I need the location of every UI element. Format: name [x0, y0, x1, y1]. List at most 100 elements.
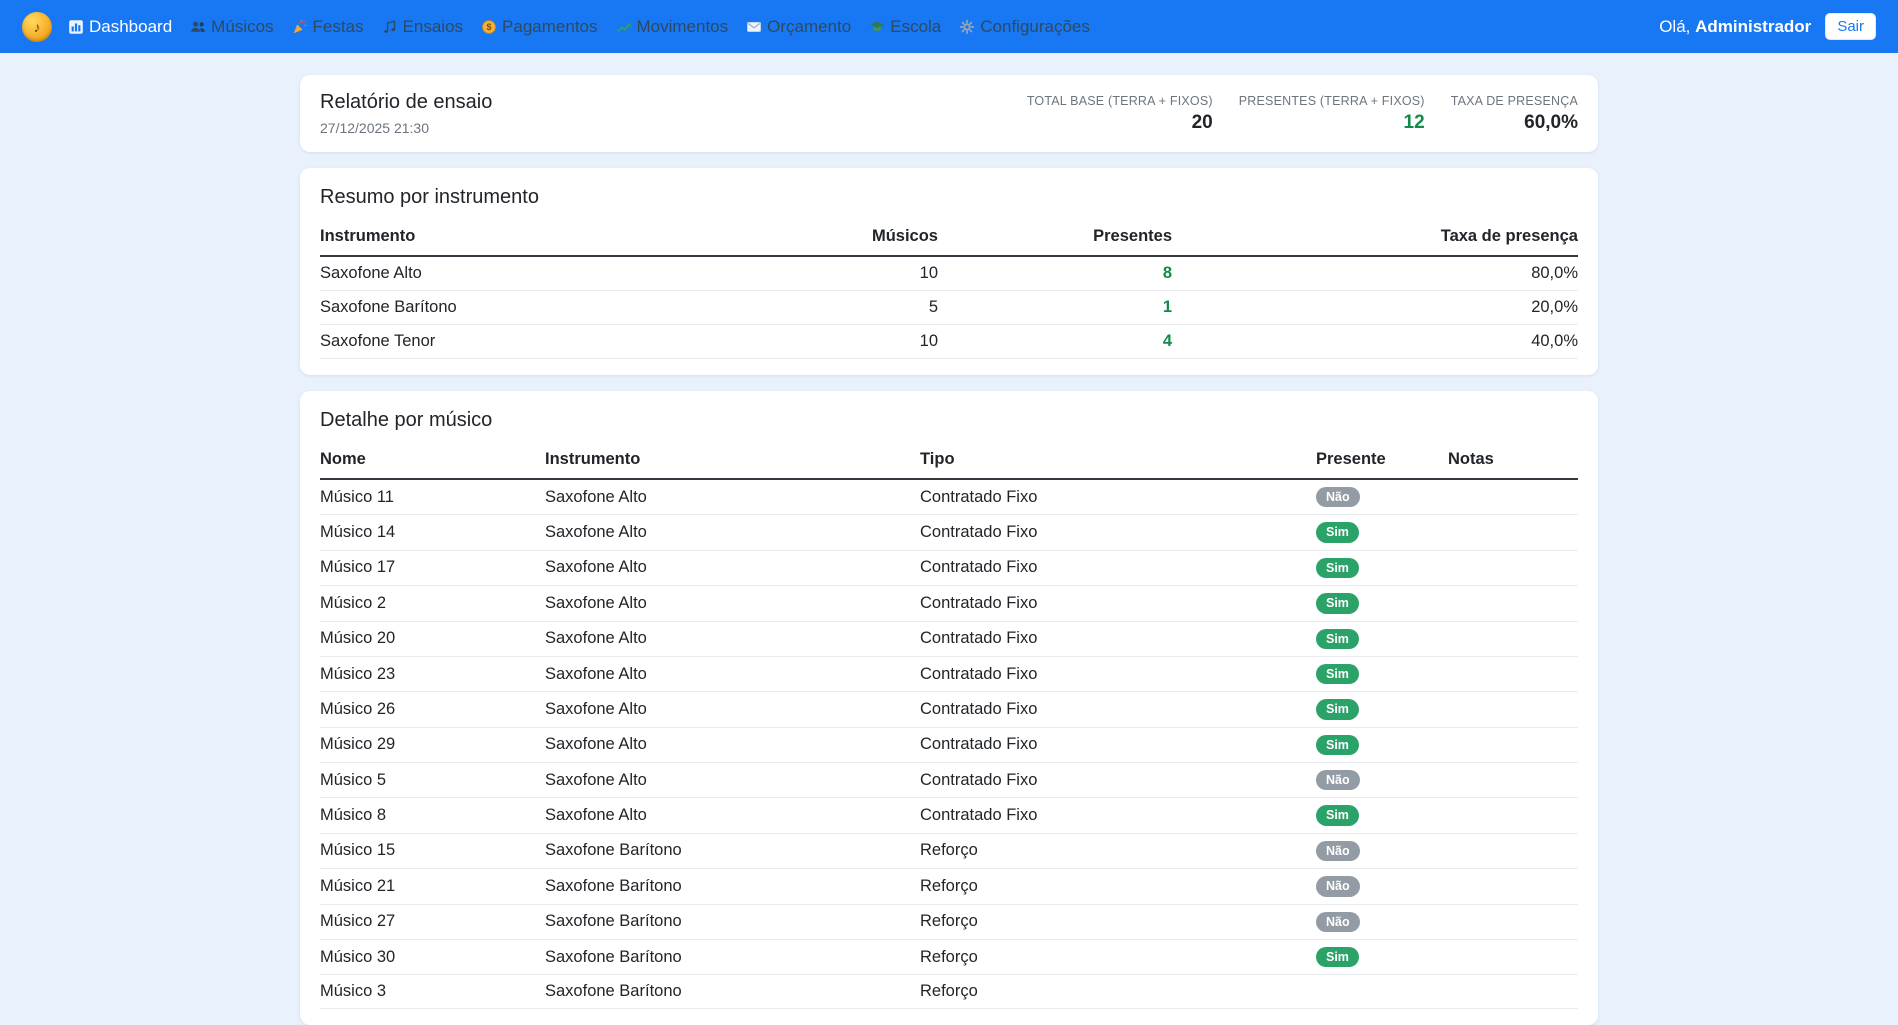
musician-row: Músico 21Saxofone BarítonoReforçoNão: [320, 869, 1578, 904]
cell-nome: Músico 2: [320, 586, 545, 621]
presence-badge: Sim: [1316, 593, 1359, 613]
presence-badge: Sim: [1316, 699, 1359, 719]
cell-tipo: Reforço: [920, 939, 1316, 974]
nav-item-dashboard[interactable]: Dashboard: [68, 17, 172, 37]
cell-notas: [1448, 479, 1578, 515]
musician-row: Músico 8Saxofone AltoContratado FixoSim: [320, 798, 1578, 833]
cell-presente: Sim: [1316, 692, 1448, 727]
musician-row: Músico 20Saxofone AltoContratado FixoSim: [320, 621, 1578, 656]
summary-row: Saxofone Tenor10440,0%: [320, 325, 1578, 359]
cell-nome: Músico 17: [320, 550, 545, 585]
musician-row: Músico 15Saxofone BarítonoReforçoNão: [320, 833, 1578, 868]
nav-item-label: Orçamento: [767, 17, 851, 37]
nav-item-ensaios[interactable]: Ensaios: [382, 17, 463, 37]
cell-instrumento: Saxofone Barítono: [545, 975, 920, 1009]
presence-badge: Não: [1316, 876, 1360, 896]
presence-badge: Sim: [1316, 664, 1359, 684]
cell-tipo: Contratado Fixo: [920, 550, 1316, 585]
nav-item-musicos[interactable]: Músicos: [190, 17, 273, 37]
cell-nome: Músico 5: [320, 763, 545, 798]
musician-row: Músico 23Saxofone AltoContratado FixoSim: [320, 656, 1578, 691]
money-icon: $: [481, 19, 497, 35]
musician-row: Músico 30Saxofone BarítonoReforçoSim: [320, 939, 1578, 974]
detail-table-head: NomeInstrumentoTipoPresenteNotas: [320, 446, 1578, 479]
cell-instrumento: Saxofone Alto: [545, 763, 920, 798]
cell-presente: Não: [1316, 904, 1448, 939]
cell-notas: [1448, 727, 1578, 762]
cell-nome: Músico 15: [320, 833, 545, 868]
nav-item-label: Configurações: [980, 17, 1090, 37]
cell-notas: [1448, 939, 1578, 974]
presence-badge: Não: [1316, 770, 1360, 790]
summary-row: Saxofone Alto10880,0%: [320, 256, 1578, 291]
cell-tipo: Contratado Fixo: [920, 727, 1316, 762]
table-header-row: InstrumentoMúsicosPresentesTaxa de prese…: [320, 223, 1578, 256]
stat-value: 60,0%: [1451, 112, 1578, 134]
nav-item-configuracoes[interactable]: Configurações: [959, 17, 1090, 37]
stat-label: TOTAL BASE (TERRA + FIXOS): [1027, 94, 1213, 108]
cell-nome: Músico 29: [320, 727, 545, 762]
summary-table-body: Saxofone Alto10880,0%Saxofone Barítono51…: [320, 256, 1578, 359]
cell-notas: [1448, 763, 1578, 798]
cell-notas: [1448, 798, 1578, 833]
cell-taxa: 20,0%: [1172, 291, 1578, 325]
top-navbar: ♪ Dashboard Músicos Festas Ensaios $ Pagament…: [0, 0, 1898, 53]
cell-instrumento: Saxofone Alto: [545, 586, 920, 621]
instrument-summary-card: Resumo por instrumento InstrumentoMúsico…: [300, 168, 1598, 375]
cell-tipo: Contratado Fixo: [920, 515, 1316, 550]
cell-taxa: 40,0%: [1172, 325, 1578, 359]
envelope-icon: [746, 19, 762, 35]
cell-musicos: 5: [740, 291, 938, 325]
cell-notas: [1448, 833, 1578, 868]
music-note-icon: [382, 19, 398, 35]
column-header-instrumento: Instrumento: [320, 223, 740, 256]
cell-instrumento: Saxofone Alto: [545, 515, 920, 550]
nav-item-label: Músicos: [211, 17, 273, 37]
report-datetime: 27/12/2025 21:30: [320, 120, 492, 136]
cell-instrumento: Saxofone Barítono: [545, 939, 920, 974]
cell-musicos: 10: [740, 325, 938, 359]
cell-notas: [1448, 621, 1578, 656]
column-header-nome: Nome: [320, 446, 545, 479]
nav-item-pagamentos[interactable]: $ Pagamentos: [481, 17, 597, 37]
cell-presente: Não: [1316, 833, 1448, 868]
section-title-musician-detail: Detalhe por músico: [320, 409, 1578, 432]
nav-item-label: Pagamentos: [502, 17, 597, 37]
musician-row: Músico 2Saxofone AltoContratado FixoSim: [320, 586, 1578, 621]
stat-value: 20: [1027, 112, 1213, 134]
cell-tipo: Contratado Fixo: [920, 798, 1316, 833]
column-header-musicos: Músicos: [740, 223, 938, 256]
cell-instrumento: Saxofone Alto: [545, 621, 920, 656]
cell-nome: Músico 21: [320, 869, 545, 904]
cell-notas: [1448, 550, 1578, 585]
nav-item-movimentos[interactable]: Movimentos: [616, 17, 729, 37]
column-header-notas: Notas: [1448, 446, 1578, 479]
people-icon: [190, 19, 206, 35]
musician-detail-card: Detalhe por músico NomeInstrumentoTipoPr…: [300, 391, 1598, 1025]
cell-presente: Sim: [1316, 727, 1448, 762]
cell-instrumento: Saxofone Barítono: [320, 291, 740, 325]
app-logo[interactable]: ♪: [22, 12, 52, 42]
stat-value: 12: [1239, 112, 1425, 134]
nav-item-orcamento[interactable]: Orçamento: [746, 17, 851, 37]
presence-badge: Sim: [1316, 629, 1359, 649]
nav-item-festas[interactable]: Festas: [292, 17, 364, 37]
user-greeting: Olá, Administrador: [1659, 17, 1811, 37]
cell-instrumento: Saxofone Alto: [545, 550, 920, 585]
nav-item-escola[interactable]: Escola: [869, 17, 941, 37]
page-title: Relatório de ensaio: [320, 91, 492, 114]
nav-item-label: Ensaios: [403, 17, 463, 37]
stat-label: PRESENTES (TERRA + FIXOS): [1239, 94, 1425, 108]
topbar-right: Olá, Administrador Sair: [1659, 13, 1876, 40]
cell-instrumento: Saxofone Alto: [320, 256, 740, 291]
music-note-logo-glyph: ♪: [34, 19, 41, 35]
detail-table-body: Músico 11Saxofone AltoContratado FixoNão…: [320, 479, 1578, 1009]
stat-presentes-terra-fixos-: PRESENTES (TERRA + FIXOS) 12: [1239, 94, 1425, 134]
cell-tipo: Reforço: [920, 975, 1316, 1009]
cell-presente: Sim: [1316, 621, 1448, 656]
cell-tipo: Contratado Fixo: [920, 479, 1316, 515]
logout-button[interactable]: Sair: [1825, 13, 1876, 40]
cell-tipo: Contratado Fixo: [920, 586, 1316, 621]
presence-badge: Sim: [1316, 522, 1359, 542]
cell-instrumento: Saxofone Barítono: [545, 869, 920, 904]
